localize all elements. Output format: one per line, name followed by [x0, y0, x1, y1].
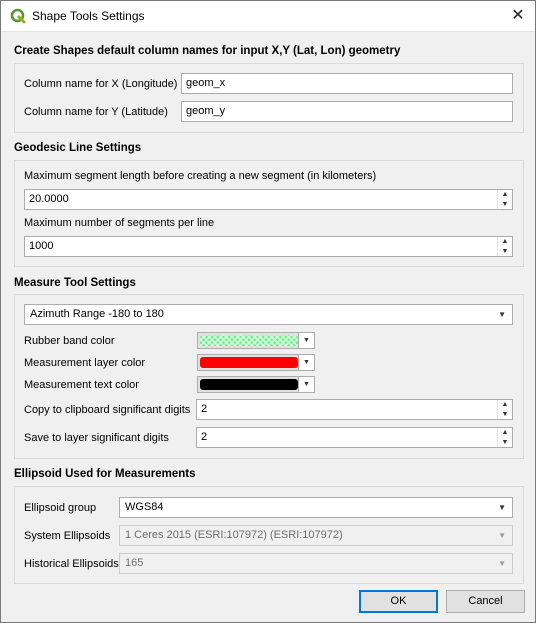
ellipsoid-group: Ellipsoid group WGS84 ▼ System Ellipsoid…	[14, 486, 524, 584]
rubber-band-color-button[interactable]: ▼	[197, 332, 315, 349]
measurement-text-color-button[interactable]: ▼	[197, 376, 315, 393]
x-column-label: Column name for X (Longitude)	[24, 78, 178, 90]
ellipsoid-section-title: Ellipsoid Used for Measurements	[14, 468, 196, 480]
cancel-button[interactable]: Cancel	[446, 590, 525, 613]
historical-ellipsoids-value: 165	[125, 557, 144, 569]
chevron-down-icon: ▼	[298, 355, 314, 370]
measure-section-title: Measure Tool Settings	[14, 277, 136, 289]
chevron-down-icon: ▼	[498, 531, 506, 540]
geodesic-section-title: Geodesic Line Settings	[14, 142, 142, 154]
system-ellipsoids-value: 1 Ceres 2015 (ESRI:107972) (ESRI:107972)	[125, 529, 343, 541]
max-segment-length-spinbox[interactable]: 20.0000 ▲ ▼	[24, 189, 513, 210]
chevron-down-icon: ▼	[498, 503, 506, 512]
ellipsoid-group-select[interactable]: WGS84 ▼	[119, 497, 513, 518]
x-column-input[interactable]: geom_x	[181, 73, 513, 94]
column-names-group: Column name for X (Longitude) geom_x Col…	[14, 63, 524, 133]
save-digits-value: 2	[201, 431, 208, 443]
measurement-text-color-swatch	[200, 379, 298, 390]
close-icon[interactable]: ✕	[501, 1, 535, 32]
y-column-input[interactable]: geom_y	[181, 101, 513, 122]
clipboard-digits-value: 2	[201, 403, 208, 415]
max-segments-spinbox[interactable]: 1000 ▲ ▼	[24, 236, 513, 257]
chevron-down-icon: ▼	[298, 377, 314, 392]
max-segment-length-value: 20.0000	[29, 193, 69, 205]
column-names-section-title: Create Shapes default column names for i…	[14, 45, 401, 57]
spin-arrows: ▲ ▼	[497, 237, 512, 256]
spin-up-icon[interactable]: ▲	[498, 237, 512, 246]
measurement-text-color-label: Measurement text color	[24, 379, 139, 391]
ok-button[interactable]: OK	[359, 590, 438, 613]
clipboard-digits-label: Copy to clipboard significant digits	[24, 404, 191, 416]
chevron-down-icon: ▼	[498, 559, 506, 568]
title-bar: Shape Tools Settings ✕	[1, 1, 535, 32]
y-column-label: Column name for Y (Latitude)	[24, 106, 168, 118]
window-title: Shape Tools Settings	[32, 9, 145, 23]
shape-tools-settings-dialog: Shape Tools Settings ✕ Create Shapes def…	[0, 0, 536, 623]
spin-up-icon[interactable]: ▲	[498, 190, 512, 199]
max-segments-label: Maximum number of segments per line	[24, 217, 215, 229]
azimuth-range-select[interactable]: Azimuth Range -180 to 180 ▼	[24, 304, 513, 325]
spin-up-icon[interactable]: ▲	[498, 428, 512, 437]
geodesic-group: Maximum segment length before creating a…	[14, 160, 524, 267]
historical-ellipsoids-select[interactable]: 165 ▼	[119, 553, 513, 574]
measurement-layer-color-swatch	[200, 357, 298, 368]
ellipsoid-group-value: WGS84	[125, 501, 164, 513]
save-digits-label: Save to layer significant digits	[24, 432, 169, 444]
spin-down-icon[interactable]: ▼	[498, 410, 512, 419]
save-digits-spinbox[interactable]: 2 ▲ ▼	[196, 427, 513, 448]
spin-down-icon[interactable]: ▼	[498, 247, 512, 256]
spin-arrows: ▲ ▼	[497, 190, 512, 209]
chevron-down-icon: ▼	[498, 310, 506, 319]
azimuth-range-value: Azimuth Range -180 to 180	[30, 308, 164, 320]
rubber-band-color-label: Rubber band color	[24, 335, 115, 347]
chevron-down-icon: ▼	[298, 333, 314, 348]
max-segment-length-label: Maximum segment length before creating a…	[24, 170, 377, 182]
measure-group: Azimuth Range -180 to 180 ▼ Rubber band …	[14, 294, 524, 459]
spin-down-icon[interactable]: ▼	[498, 438, 512, 447]
measurement-layer-color-button[interactable]: ▼	[197, 354, 315, 371]
qgis-logo-icon	[10, 8, 26, 24]
measurement-layer-color-label: Measurement layer color	[24, 357, 146, 369]
max-segments-value: 1000	[29, 240, 54, 252]
system-ellipsoids-label: System Ellipsoids	[24, 530, 111, 542]
system-ellipsoids-select[interactable]: 1 Ceres 2015 (ESRI:107972) (ESRI:107972)…	[119, 525, 513, 546]
spin-arrows: ▲ ▼	[497, 428, 512, 447]
clipboard-digits-spinbox[interactable]: 2 ▲ ▼	[196, 399, 513, 420]
spin-down-icon[interactable]: ▼	[498, 200, 512, 209]
spin-up-icon[interactable]: ▲	[498, 400, 512, 409]
ellipsoid-group-label: Ellipsoid group	[24, 502, 97, 514]
spin-arrows: ▲ ▼	[497, 400, 512, 419]
historical-ellipsoids-label: Historical Ellipsoids	[24, 558, 119, 570]
rubber-band-color-swatch	[200, 335, 298, 346]
